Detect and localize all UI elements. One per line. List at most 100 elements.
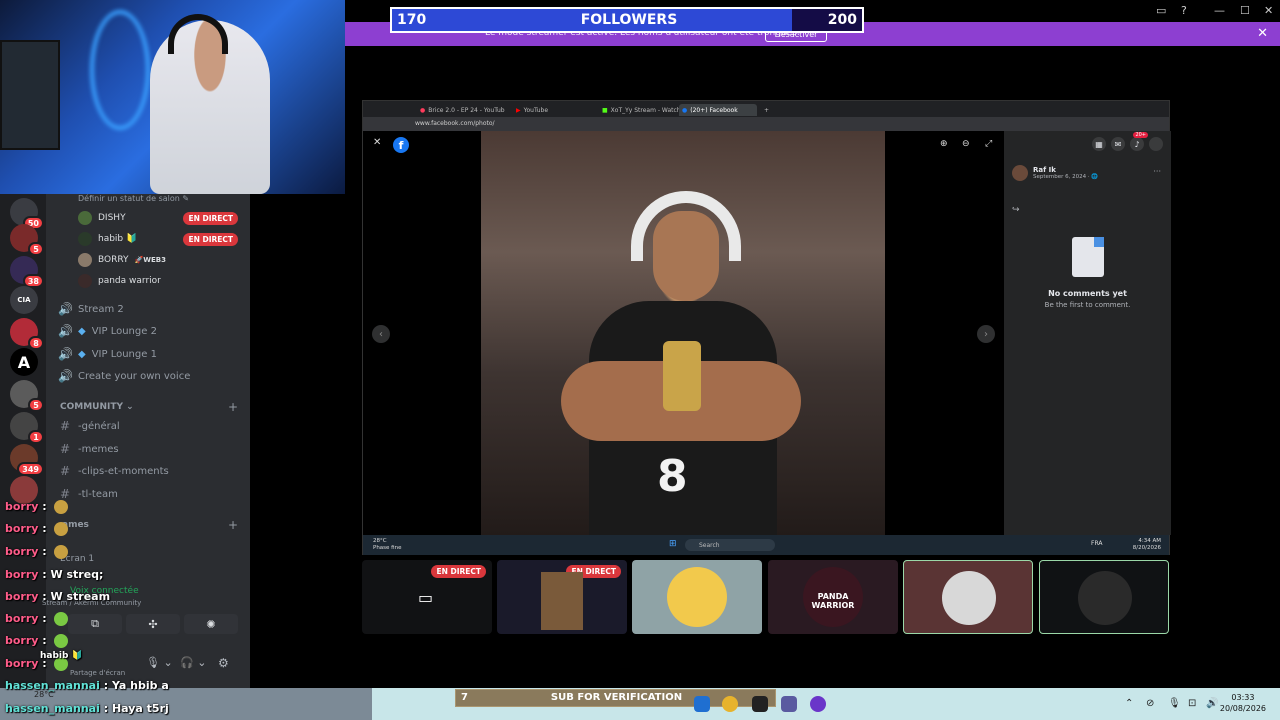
- voice-member[interactable]: BORRY 🚀WEB3: [78, 251, 166, 269]
- server-icon[interactable]: 50: [10, 198, 44, 230]
- server-icon[interactable]: 8: [10, 318, 44, 350]
- tile-avatar: [1078, 571, 1132, 625]
- more-options-icon[interactable]: ···: [1153, 167, 1161, 176]
- browser-tab[interactable]: ▶ YouTube: [513, 104, 551, 116]
- minimize-icon[interactable]: —: [1214, 4, 1225, 17]
- headphones-icon[interactable]: 🎧 ⌄: [180, 656, 206, 669]
- address-bar[interactable]: www.facebook.com/photo/: [363, 117, 1169, 131]
- profile-avatar[interactable]: [1149, 137, 1163, 151]
- fullscreen-icon[interactable]: ⤢: [985, 139, 992, 149]
- obs-icon[interactable]: [810, 696, 826, 712]
- facebook-logo-icon[interactable]: f: [393, 137, 409, 153]
- shared-screen: ● Brice 2.0 - EP 24 - YouTub ▶ YouTube ■ Xo…: [362, 100, 1171, 555]
- speaker-icon: 🔊: [58, 347, 73, 361]
- next-photo-button[interactable]: ›: [977, 325, 995, 343]
- zoom-out-icon[interactable]: ⊖: [962, 139, 970, 149]
- voice-member[interactable]: habib 🔰: [78, 230, 137, 248]
- stream-tile[interactable]: PANDA WARRIOR: [768, 560, 898, 634]
- menu-grid-icon[interactable]: ▦: [1092, 137, 1106, 151]
- speaker-icon: 🔊: [58, 302, 73, 316]
- share-icon[interactable]: ↪: [1012, 205, 1020, 215]
- monitor-icon: ▭: [418, 588, 434, 607]
- voice-channel-vip-2[interactable]: 🔊 ◆ VIP Lounge 2: [58, 322, 157, 340]
- avatar: [78, 274, 92, 288]
- video-button[interactable]: ⧉: [68, 614, 122, 634]
- mic-icon[interactable]: 🎙 ⌄: [146, 656, 173, 669]
- chat-username: borry: [5, 612, 39, 625]
- add-channel-icon[interactable]: +: [228, 400, 238, 414]
- taskbar-search[interactable]: Search: [685, 539, 775, 551]
- language-indicator[interactable]: FRA: [1091, 540, 1102, 547]
- chat-text: Ya hbib a: [111, 679, 169, 692]
- windows-start-icon[interactable]: ⊞: [669, 539, 677, 549]
- inner-taskbar: 28°C Phase fine ⊞ Search FRA 4:34 AM 8/20/…: [363, 535, 1169, 555]
- window-close-icon[interactable]: ✕: [1264, 4, 1273, 17]
- voice-channel-create[interactable]: 🔊 Create your own voice: [58, 367, 190, 385]
- set-status-prompt[interactable]: Définir un statut de salon ✎: [78, 194, 189, 203]
- server-icon[interactable]: 38: [10, 256, 44, 288]
- chat-username: habib 🔰: [40, 651, 83, 661]
- tray-volume-icon[interactable]: 🔊: [1206, 698, 1218, 709]
- soundboard-button[interactable]: ✺: [184, 614, 238, 634]
- activities-button[interactable]: ✣: [126, 614, 180, 634]
- follower-label: FOLLOWERS: [580, 12, 678, 28]
- server-icon-cia[interactable]: CIA: [10, 286, 38, 314]
- inbox-icon[interactable]: ▭: [1156, 4, 1166, 17]
- tray-chevron-icon[interactable]: ⌃: [1125, 698, 1133, 709]
- help-icon[interactable]: ?: [1181, 4, 1187, 17]
- browser-tab-active[interactable]: ● (20+) Facebook: [679, 104, 757, 116]
- close-icon[interactable]: ✕: [1257, 26, 1268, 41]
- app-icon[interactable]: [781, 696, 797, 712]
- browser-tab[interactable]: ■ XoT_Yy Stream - Watch L: [599, 104, 689, 116]
- no-comments-subtitle: Be the first to comment.: [1044, 301, 1131, 309]
- emote-icon: [53, 522, 68, 536]
- youtube-icon: ▶: [516, 106, 521, 114]
- fb-top-icons: ▦ ✉ ♪ 20+: [1092, 132, 1163, 151]
- voice-channel-vip-1[interactable]: 🔊 ◆ VIP Lounge 1: [58, 345, 157, 363]
- stream-tile[interactable]: [1039, 560, 1169, 634]
- server-icon[interactable]: 5: [10, 224, 44, 256]
- host-clock[interactable]: 03:33 20/08/2026: [1220, 692, 1266, 714]
- browser-tab[interactable]: ● Brice 2.0 - EP 24 - YouTub: [417, 104, 508, 116]
- previous-photo-button[interactable]: ‹: [372, 325, 390, 343]
- add-channel-icon[interactable]: +: [228, 518, 238, 532]
- post-date: September 6, 2024 · 🌐: [1033, 174, 1099, 180]
- text-channel-memes[interactable]: # -memes: [58, 440, 119, 458]
- server-icon[interactable]: 1: [10, 412, 44, 444]
- app-icon[interactable]: [752, 696, 768, 712]
- author-avatar[interactable]: [1012, 165, 1028, 181]
- settings-gear-icon[interactable]: ⚙: [218, 656, 229, 670]
- follower-current: 170: [397, 12, 427, 28]
- chat-text: Haya t5rj: [111, 702, 169, 715]
- inner-clock-date: 8/20/2026: [1132, 545, 1161, 551]
- server-icon[interactable]: 349: [10, 444, 44, 476]
- stream-tile[interactable]: [632, 560, 762, 634]
- stream-tile[interactable]: EN DIRECT ▭: [362, 560, 492, 634]
- server-icon[interactable]: 5: [10, 380, 44, 412]
- app-icon[interactable]: [694, 696, 710, 712]
- voice-member[interactable]: DISHY: [78, 209, 126, 227]
- stream-tile[interactable]: EN DIRECT: [497, 560, 627, 634]
- text-channel-clips[interactable]: # -clips-et-moments: [58, 462, 169, 480]
- maximize-icon[interactable]: ☐: [1240, 4, 1250, 17]
- tray-network-icon[interactable]: ⊡: [1188, 698, 1196, 709]
- zoom-in-icon[interactable]: ⊕: [940, 139, 948, 149]
- author-name[interactable]: Raf Ik: [1033, 166, 1098, 174]
- tab-label: (20+) Facebook: [690, 106, 738, 114]
- new-tab-button[interactable]: +: [761, 104, 772, 116]
- channel-name: Stream 2: [78, 303, 124, 315]
- facebook-icon: ●: [682, 106, 688, 114]
- notifications-bell-icon[interactable]: ♪ 20+: [1130, 132, 1148, 151]
- voice-channel-stream-2[interactable]: 🔊 Stream 2: [58, 300, 124, 318]
- text-channel-general[interactable]: # -général: [58, 417, 120, 435]
- messenger-icon[interactable]: ✉: [1111, 137, 1125, 151]
- category-community[interactable]: COMMUNITY ⌄: [60, 402, 134, 412]
- tray-icon[interactable]: ⊘: [1146, 698, 1154, 709]
- server-icon-a[interactable]: A: [10, 348, 38, 376]
- close-viewer-icon[interactable]: ✕: [373, 137, 381, 148]
- diamond-icon: ◆: [78, 325, 86, 337]
- stream-tile[interactable]: [903, 560, 1033, 634]
- voice-member[interactable]: panda warrior: [78, 272, 161, 290]
- chrome-icon[interactable]: [722, 696, 738, 712]
- tray-mic-icon[interactable]: 🎙: [1168, 698, 1181, 709]
